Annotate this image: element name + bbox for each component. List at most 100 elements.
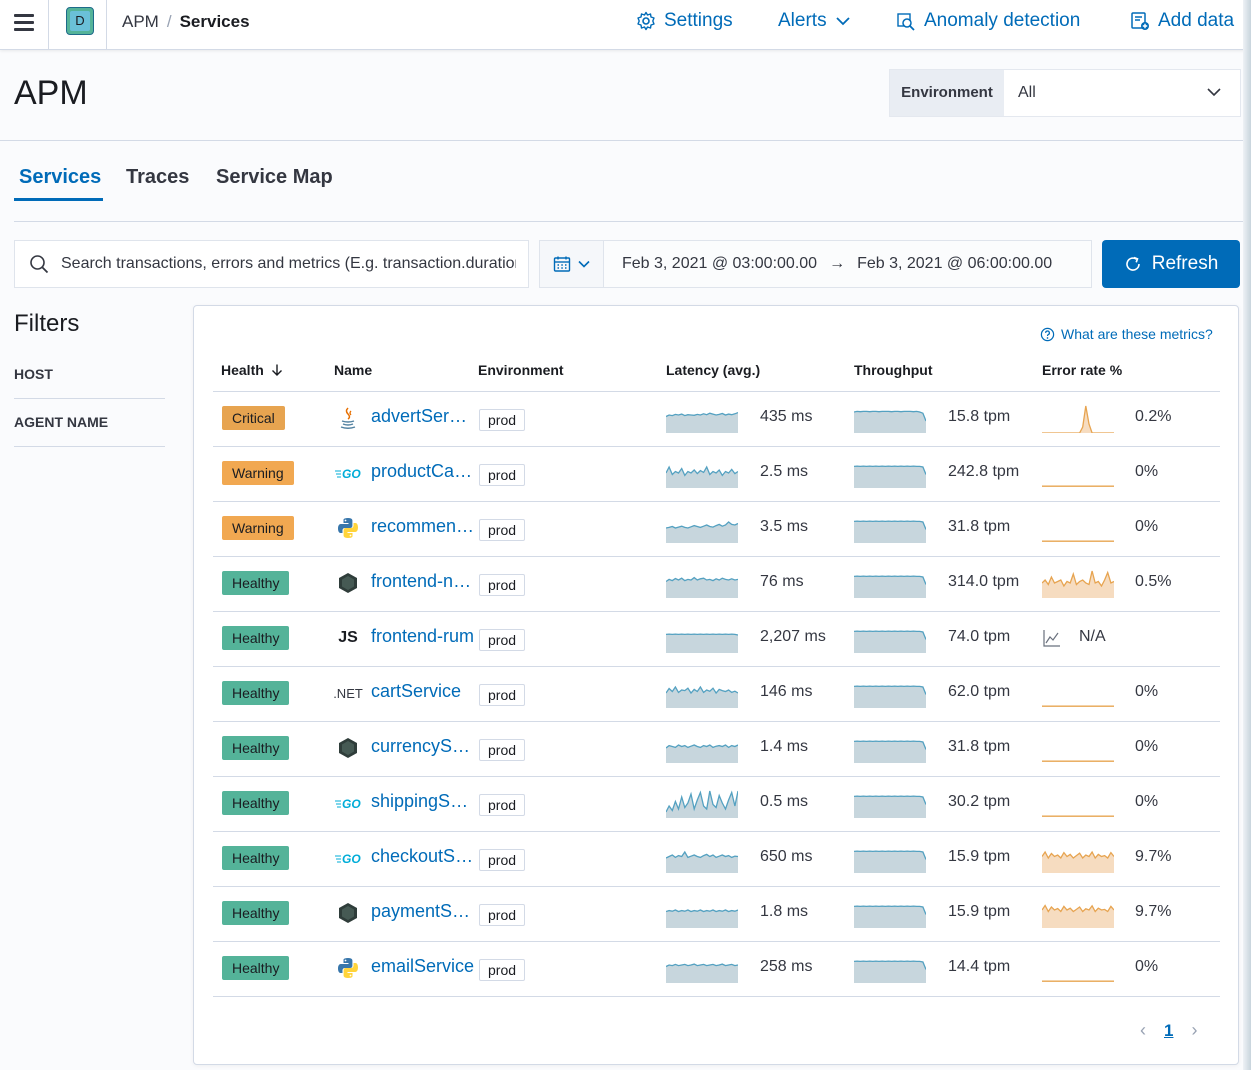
table-row: Healthy GO checkoutServiceprod 650 ms 15.9 t… bbox=[213, 832, 1220, 887]
latency-sparkline bbox=[665, 963, 739, 983]
agent-icon-wrap: GO bbox=[334, 846, 362, 870]
latency-value: 76 ms bbox=[760, 573, 804, 590]
tabs-divider bbox=[14, 221, 1251, 222]
environment-select[interactable]: Environment All bbox=[889, 69, 1241, 117]
divider bbox=[48, 0, 49, 50]
throughput-sparkline bbox=[853, 630, 927, 653]
anomaly-label: Anomaly detection bbox=[924, 10, 1081, 31]
previous-page-button[interactable]: ‹ bbox=[1140, 1020, 1146, 1041]
end-date[interactable]: Feb 3, 2021 @ 06:00:00.00 bbox=[857, 255, 1052, 273]
service-name-link[interactable]: currencyService bbox=[371, 736, 476, 757]
metrics-help-link[interactable]: What are these metrics? bbox=[1040, 326, 1213, 342]
environment-badge: prod bbox=[479, 519, 526, 541]
anomaly-detection-link[interactable]: Anomaly detection bbox=[896, 10, 1080, 32]
environment-badge: prod bbox=[479, 574, 526, 596]
next-page-button[interactable]: › bbox=[1191, 1020, 1197, 1041]
error-rate-sparkline-wrap bbox=[1041, 898, 1115, 933]
error-rate-sparkline-wrap bbox=[1042, 788, 1114, 823]
service-name-link[interactable]: paymentService bbox=[371, 901, 476, 922]
column-header-environment[interactable]: Environment bbox=[478, 362, 564, 378]
quick-select-button[interactable] bbox=[540, 241, 604, 287]
sparkline-area bbox=[854, 466, 926, 488]
environment-value[interactable]: All bbox=[1004, 70, 1240, 116]
settings-label: Settings bbox=[664, 10, 733, 31]
table-row: Warning recommendationServiceprod 3.5 ms 31… bbox=[213, 502, 1220, 557]
service-name-link[interactable]: frontend-node bbox=[371, 571, 476, 592]
column-header-health[interactable]: Health bbox=[221, 362, 284, 378]
sparkline-area bbox=[666, 745, 738, 763]
throughput-sparkline-wrap bbox=[853, 788, 927, 823]
service-name-link[interactable]: frontend-rum bbox=[371, 626, 476, 647]
service-name-link[interactable]: shippingService bbox=[371, 791, 476, 812]
filters-title: Filters bbox=[14, 310, 80, 337]
breadcrumb-separator: / bbox=[166, 12, 172, 31]
nodejs-icon bbox=[339, 573, 357, 593]
table-row: Warning GO productCatalogServiceprod 2.5 ms… bbox=[213, 447, 1220, 502]
sparkline-area bbox=[854, 906, 926, 928]
add-data-link[interactable]: Add data bbox=[1130, 10, 1234, 32]
menu-icon[interactable] bbox=[14, 14, 34, 32]
table-row: Healthy paymentServiceprod 1.8 ms 15.9 tpm 9… bbox=[213, 887, 1220, 942]
latency-sparkline-wrap bbox=[665, 733, 739, 768]
latency-sparkline bbox=[665, 521, 739, 543]
service-name-link[interactable]: advertService bbox=[371, 406, 476, 427]
tab-services[interactable]: Services bbox=[19, 166, 101, 189]
settings-link[interactable]: Settings bbox=[636, 10, 733, 32]
refresh-button[interactable]: Refresh bbox=[1102, 240, 1240, 288]
filter-agent-name[interactable]: AGENT NAME bbox=[14, 414, 165, 430]
page-1-button[interactable]: 1 bbox=[1164, 1021, 1173, 1041]
health-badge: Healthy bbox=[222, 571, 290, 595]
throughput-value: 242.8 tpm bbox=[948, 463, 1020, 480]
column-header-throughput[interactable]: Throughput bbox=[854, 362, 933, 378]
start-date[interactable]: Feb 3, 2021 @ 03:00:00.00 bbox=[622, 255, 817, 273]
search-input[interactable] bbox=[61, 255, 516, 273]
refresh-label: Refresh bbox=[1151, 253, 1219, 274]
column-header-latency[interactable]: Latency (avg.) bbox=[666, 362, 760, 378]
tab-traces[interactable]: Traces bbox=[126, 166, 189, 189]
sparkline-area bbox=[666, 964, 738, 983]
environment-badge: prod bbox=[479, 794, 526, 816]
dotnet-icon: .NET bbox=[333, 685, 363, 701]
date-picker: Feb 3, 2021 @ 03:00:00.00 → Feb 3, 2021 … bbox=[539, 240, 1092, 288]
latency-sparkline-wrap bbox=[665, 403, 739, 438]
error-rate-sparkline bbox=[1042, 485, 1114, 487]
alerts-menu[interactable]: Alerts bbox=[778, 10, 851, 32]
latency-sparkline bbox=[665, 576, 739, 598]
error-rate-sparkline bbox=[1041, 850, 1115, 873]
throughput-sparkline-wrap bbox=[853, 623, 927, 658]
column-header-error-rate[interactable]: Error rate % bbox=[1042, 362, 1122, 378]
throughput-value: 15.9 tpm bbox=[948, 903, 1011, 920]
column-header-name[interactable]: Name bbox=[334, 362, 372, 378]
error-rate-value: 0% bbox=[1135, 738, 1159, 755]
divider bbox=[14, 446, 165, 447]
error-rate-value: 0% bbox=[1135, 958, 1159, 975]
space-avatar[interactable]: D bbox=[66, 7, 94, 35]
sparkline-area bbox=[1042, 571, 1114, 598]
agent-icon-wrap: GO bbox=[334, 461, 362, 485]
divider bbox=[14, 398, 165, 399]
health-badge: Critical bbox=[222, 406, 285, 430]
environment-badge: prod bbox=[479, 904, 526, 926]
service-name-link[interactable]: cartService bbox=[371, 681, 476, 702]
top-bar: D APM / Services Settings Alerts Anomaly d… bbox=[0, 0, 1251, 50]
filter-host[interactable]: HOST bbox=[14, 366, 165, 382]
sparkline-area bbox=[666, 852, 738, 873]
latency-sparkline bbox=[665, 850, 739, 873]
latency-value: 435 ms bbox=[760, 408, 813, 425]
health-badge: Healthy bbox=[222, 956, 290, 980]
tab-service-map[interactable]: Service Map bbox=[216, 166, 333, 189]
service-name-link[interactable]: checkoutService bbox=[371, 846, 476, 867]
sparkline-line bbox=[665, 909, 739, 913]
chevron-down-icon bbox=[1207, 88, 1221, 97]
python-icon bbox=[338, 958, 358, 978]
health-badge: Healthy bbox=[222, 626, 290, 650]
table-row: Critical advertService prod 435 ms 15.8 tpm 0… bbox=[213, 392, 1220, 447]
service-name-link[interactable]: productCatalogService bbox=[371, 461, 476, 482]
metrics-help-label: What are these metrics? bbox=[1061, 326, 1213, 342]
service-name-link[interactable]: recommendationService bbox=[371, 516, 476, 537]
header-divider bbox=[0, 140, 1251, 141]
alerts-label: Alerts bbox=[778, 10, 827, 31]
health-badge: Healthy bbox=[222, 791, 290, 815]
breadcrumb-apm[interactable]: APM bbox=[122, 12, 159, 31]
service-name-link[interactable]: emailService bbox=[371, 956, 476, 977]
